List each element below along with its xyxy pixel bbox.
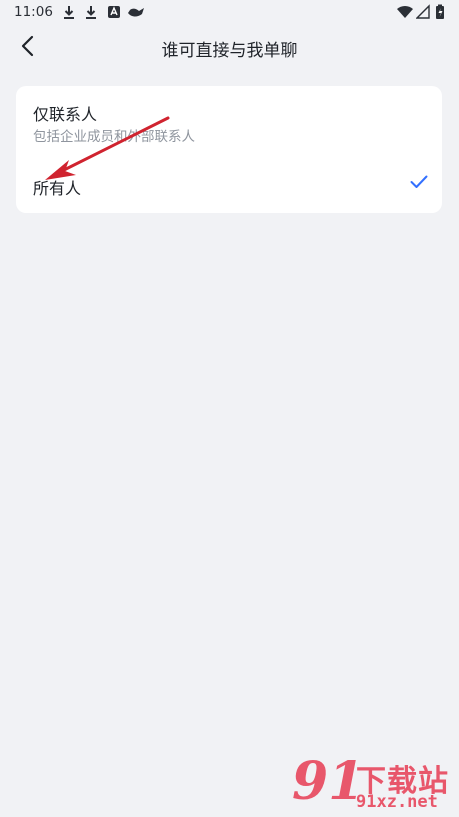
- cellular-signal-icon: [415, 4, 430, 24]
- nav-bar: 谁可直接与我单聊: [0, 26, 459, 70]
- watermark-url: 91xz.net: [356, 792, 438, 812]
- app-notification-icon: [107, 4, 121, 24]
- wifi-icon: [396, 4, 414, 24]
- download-icon: [62, 4, 76, 24]
- battery-charging-icon: [435, 4, 445, 24]
- option-everyone[interactable]: 所有人: [16, 158, 442, 213]
- watermark-logo: 91: [292, 751, 365, 812]
- page-title: 谁可直接与我单聊: [161, 41, 298, 61]
- watermark: 91 下载站 91xz.net: [292, 752, 457, 816]
- status-bar: 11:06: [0, 0, 459, 26]
- download-icon: [84, 4, 98, 24]
- option-contacts-only[interactable]: 仅联系人 包括企业成员和外部联系人: [16, 86, 442, 158]
- options-card: 仅联系人 包括企业成员和外部联系人 所有人: [16, 86, 442, 213]
- option-title: 仅联系人: [33, 105, 98, 124]
- checkmark-icon: [410, 174, 428, 193]
- option-title: 所有人: [33, 179, 82, 198]
- bird-app-icon: [127, 4, 145, 24]
- option-description: 包括企业成员和外部联系人: [33, 129, 195, 145]
- status-time: 11:06: [14, 4, 53, 20]
